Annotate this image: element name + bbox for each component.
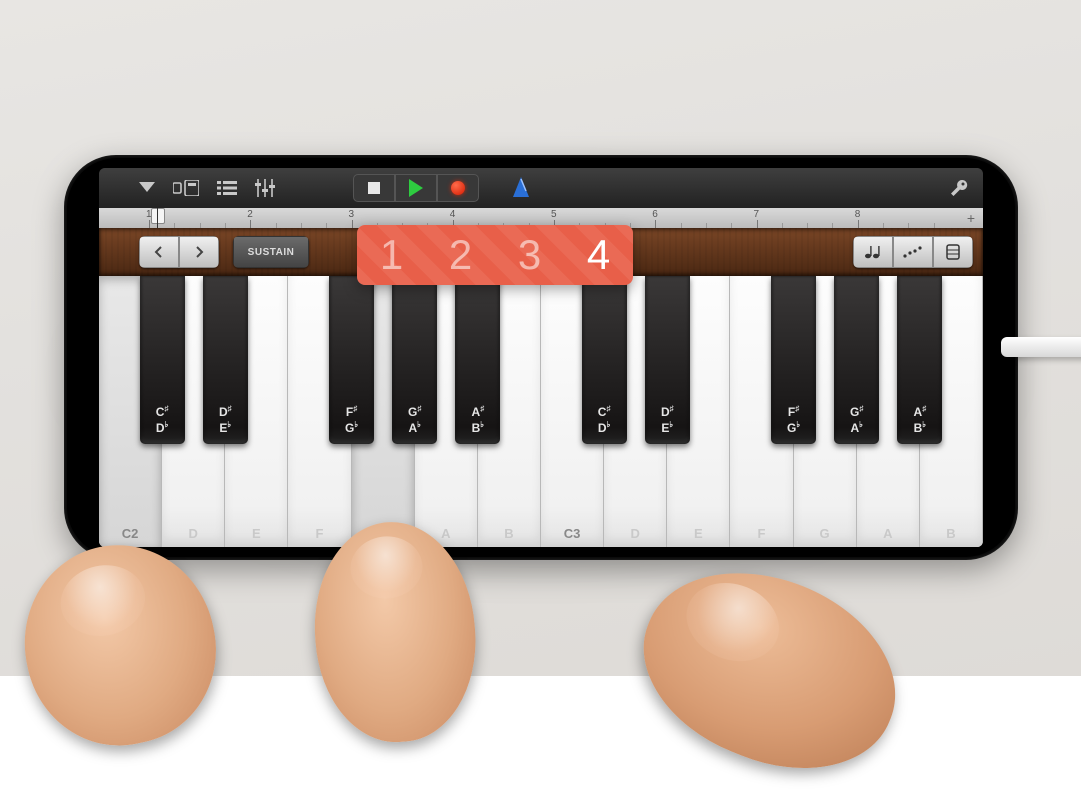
white-key-label: F	[730, 526, 792, 541]
ruler-bar-number: 2	[247, 209, 253, 220]
octave-nav	[139, 236, 219, 268]
tracks-view-icon[interactable]	[217, 181, 237, 195]
white-key-label: C2	[99, 526, 161, 541]
white-key-label: D	[604, 526, 666, 541]
browser-dropdown[interactable]	[139, 182, 155, 194]
desk-surface: 12345678 +	[0, 0, 1081, 676]
ruler-bar-number: 5	[551, 209, 557, 220]
ruler-bar-number: 7	[754, 209, 760, 220]
mode-keyboard-button[interactable]	[933, 236, 973, 268]
black-key[interactable]: D♯E♭	[203, 276, 248, 444]
black-key[interactable]: C♯D♭	[582, 276, 627, 444]
white-key-label: B	[478, 526, 540, 541]
white-key-label: A	[857, 526, 919, 541]
lightning-cable	[1001, 337, 1081, 357]
white-key-label: F	[288, 526, 350, 541]
metronome-icon[interactable]	[511, 177, 531, 199]
ruler-bar-number: 4	[450, 209, 456, 220]
sustain-toggle[interactable]: SUSTAIN	[233, 236, 309, 268]
piano-keyboard: C2DEFGABC3DEFGAB C♯D♭D♯E♭F♯G♭G♯A♭A♯B♭C♯D…	[99, 276, 983, 547]
countin-beat: 4	[587, 231, 610, 279]
iphone-bezel: 12345678 +	[67, 158, 1015, 557]
black-key[interactable]: A♯B♭	[455, 276, 500, 444]
app-screen: 12345678 +	[99, 168, 983, 547]
black-key-label: A♯B♭	[455, 404, 500, 436]
white-key-label: C3	[541, 526, 603, 541]
ruler-bar-number: 6	[652, 209, 658, 220]
black-key-label: F♯G♭	[329, 404, 374, 436]
white-key-label: B	[920, 526, 982, 541]
mode-scale-button[interactable]	[893, 236, 933, 268]
black-key[interactable]: F♯G♭	[329, 276, 374, 444]
mode-notes-button[interactable]	[853, 236, 893, 268]
keyboard-mode-seg	[853, 236, 973, 268]
black-key[interactable]: G♯A♭	[834, 276, 879, 444]
countin-beat: 2	[449, 231, 472, 279]
countin-beat: 3	[518, 231, 541, 279]
wrench-icon[interactable]	[949, 178, 969, 198]
white-key-label: E	[225, 526, 287, 541]
black-key-label: G♯A♭	[834, 404, 879, 436]
sustain-label: SUSTAIN	[233, 236, 309, 268]
black-key-label: G♯A♭	[392, 404, 437, 436]
black-keys-row: C♯D♭ D♯E♭ F♯G♭ G♯A♭ A♯B♭ C♯D♭ D♯E♭ F♯G♭ G♯A♭ A♯B♭	[99, 276, 983, 444]
black-key[interactable]: A♯B♭	[897, 276, 942, 444]
octave-up-button[interactable]	[179, 236, 219, 268]
black-key[interactable]: F♯G♭	[771, 276, 816, 444]
record-button[interactable]	[437, 174, 479, 202]
countin-beat: 1	[380, 231, 403, 279]
black-key-label: D♯E♭	[645, 404, 690, 436]
ruler-bar-number: 8	[855, 209, 861, 220]
iphone-body: 12345678 +	[64, 155, 1018, 560]
black-key[interactable]: C♯D♭	[140, 276, 185, 444]
black-key-label: D♯E♭	[203, 404, 248, 436]
play-button[interactable]	[395, 174, 437, 202]
stop-button[interactable]	[353, 174, 395, 202]
add-section-button[interactable]: +	[963, 210, 979, 226]
black-key-label: C♯D♭	[582, 404, 627, 436]
white-key-label: E	[667, 526, 729, 541]
black-key[interactable]: D♯E♭	[645, 276, 690, 444]
view-switch-icon[interactable]	[173, 180, 199, 196]
octave-down-button[interactable]	[139, 236, 179, 268]
black-key-label: F♯G♭	[771, 404, 816, 436]
ruler-bar-number: 3	[349, 209, 355, 220]
white-key-label: G	[794, 526, 856, 541]
transport-controls	[353, 174, 479, 202]
iphone-notch	[67, 278, 87, 438]
black-key[interactable]: G♯A♭	[392, 276, 437, 444]
black-key-label: A♯B♭	[897, 404, 942, 436]
mixer-sliders-icon[interactable]	[255, 179, 275, 197]
top-toolbar	[99, 168, 983, 208]
black-key-label: C♯D♭	[140, 404, 185, 436]
count-in-overlay: 1234	[357, 225, 633, 285]
white-key-label: D	[162, 526, 224, 541]
